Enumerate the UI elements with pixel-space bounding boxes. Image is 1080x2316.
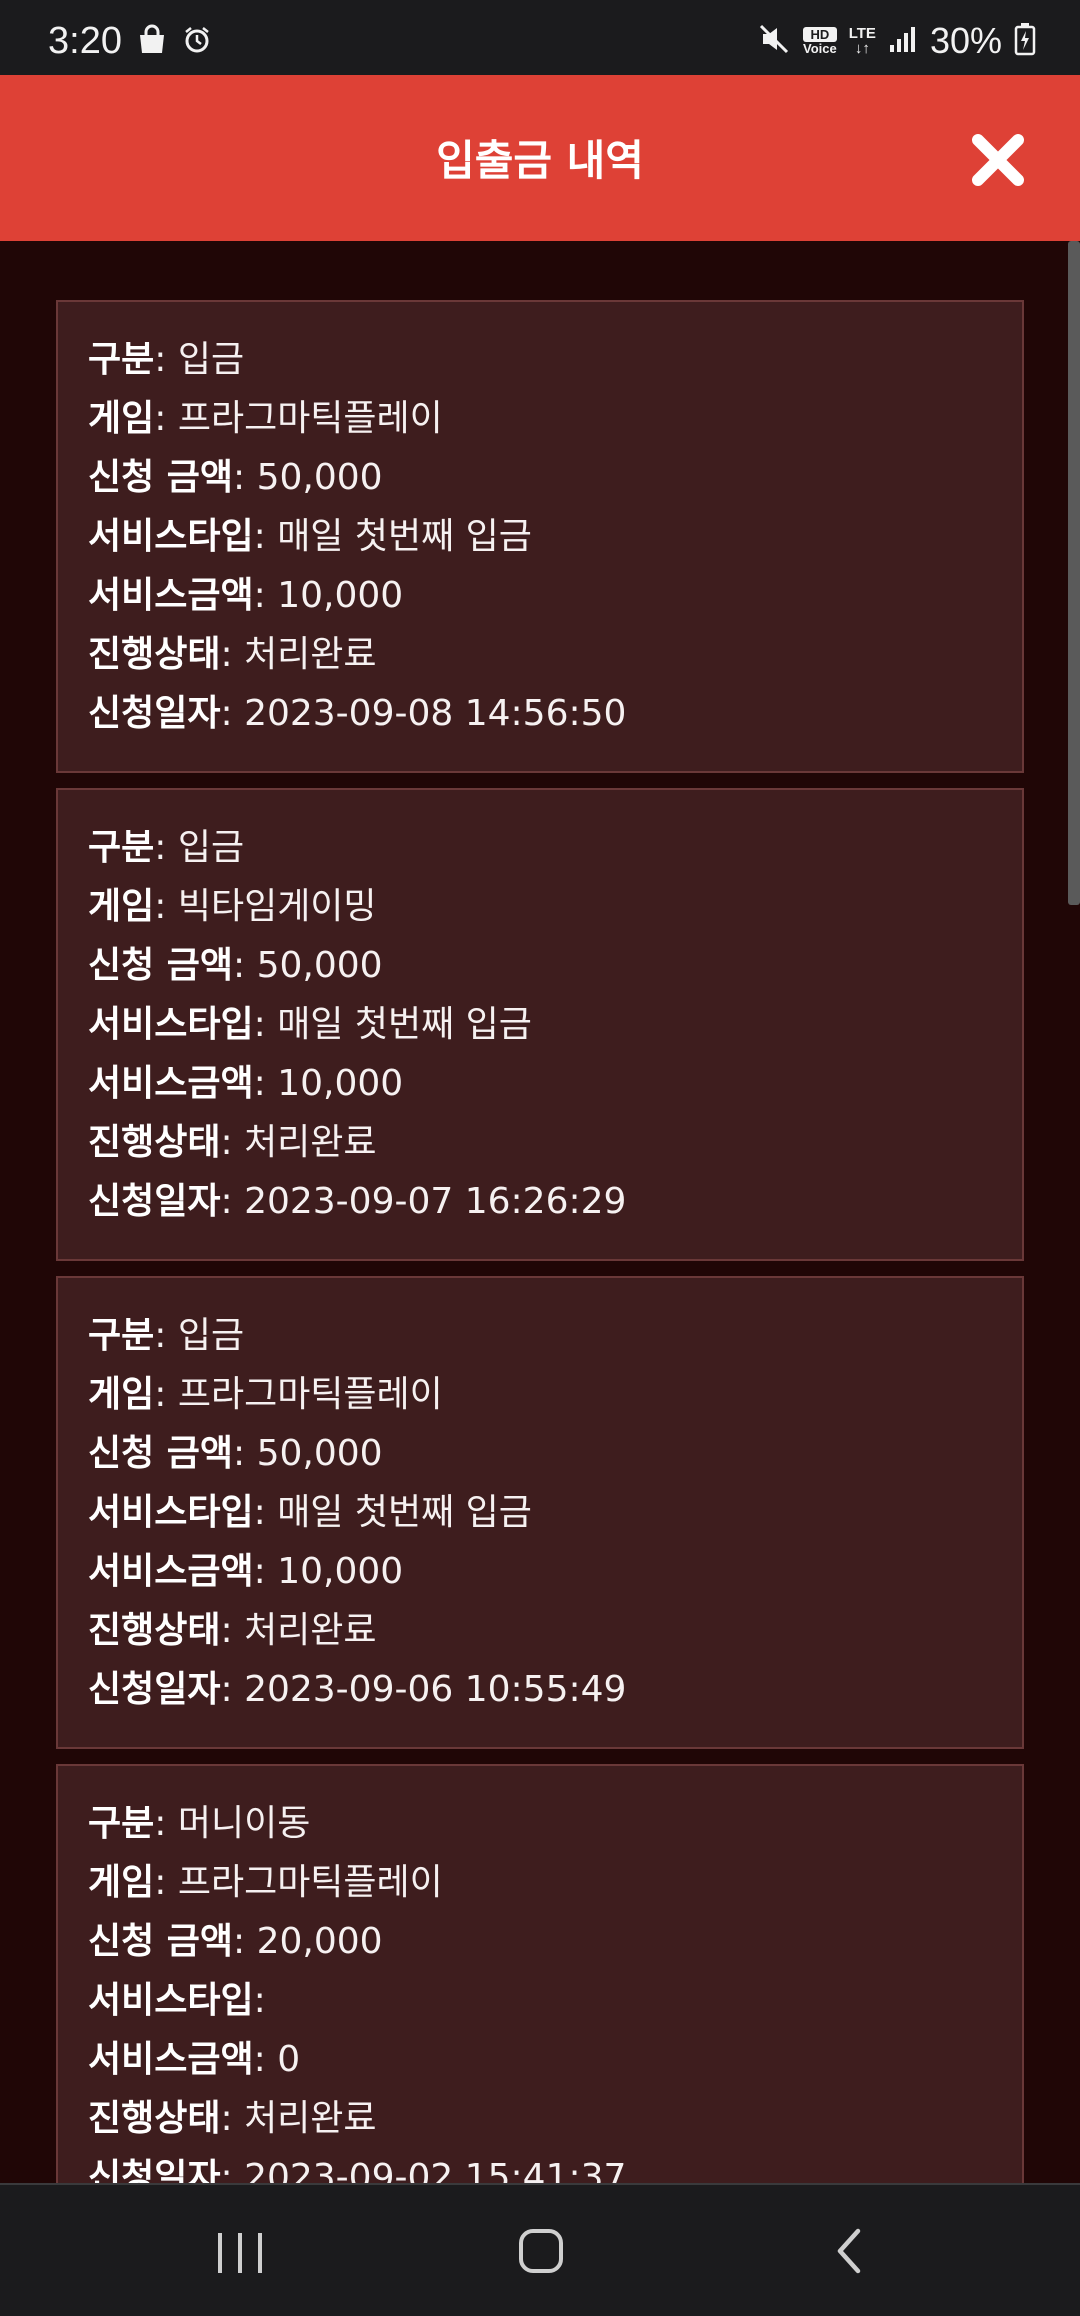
back-button[interactable] bbox=[766, 2185, 926, 2316]
mute-icon bbox=[757, 22, 791, 60]
transaction-card: 구분: 입금 게임: 프라그마틱플레이 신청 금액: 50,000 서비스타입:… bbox=[56, 300, 1024, 773]
record-row-status: 진행상태: 처리완료 bbox=[88, 2098, 377, 2139]
alarm-icon bbox=[182, 25, 212, 59]
record-row-date: 신청일자: 2023-09-02 15:41:37 bbox=[88, 2157, 627, 2183]
back-icon bbox=[766, 2228, 926, 2316]
record-row-category: 구분: 입금 bbox=[88, 339, 245, 380]
record-row-status: 진행상태: 처리완료 bbox=[88, 1122, 377, 1163]
recents-button[interactable] bbox=[160, 2185, 320, 2316]
transaction-card: 구분: 입금 게임: 빅타임게이밍 신청 금액: 50,000 서비스타입: 매… bbox=[56, 788, 1024, 1261]
record-row-date: 신청일자: 2023-09-06 10:55:49 bbox=[88, 1669, 627, 1710]
record-row-service-amount: 서비스금액: 10,000 bbox=[88, 1551, 404, 1592]
record-row-service-type: 서비스타입: 매일 첫번째 입금 bbox=[88, 1492, 532, 1533]
record-row-service-type: 서비스타입: 매일 첫번째 입금 bbox=[88, 1004, 532, 1045]
transaction-list[interactable]: 구분: 입금 게임: 프라그마틱플레이 신청 금액: 50,000 서비스타입:… bbox=[0, 241, 1080, 2183]
record-row-status: 진행상태: 처리완료 bbox=[88, 634, 377, 675]
signal-icon bbox=[888, 24, 918, 58]
scrollbar[interactable] bbox=[1068, 241, 1080, 905]
page-title: 입출금 내역 bbox=[436, 136, 644, 185]
record-row-amount: 신청 금액: 20,000 bbox=[88, 1921, 383, 1962]
record-row-category: 구분: 입금 bbox=[88, 1315, 245, 1356]
record-row-date: 신청일자: 2023-09-08 14:56:50 bbox=[88, 693, 627, 734]
record-row-category: 구분: 머니이동 bbox=[88, 1803, 311, 1844]
battery-percent: 30% bbox=[929, 20, 1002, 61]
close-icon bbox=[968, 134, 1028, 194]
battery-charging-icon bbox=[1014, 22, 1036, 60]
recents-icon bbox=[160, 2233, 320, 2316]
shopping-bag-icon bbox=[136, 24, 168, 60]
record-row-service-type: 서비스타입: bbox=[88, 1980, 266, 2021]
record-row-service-amount: 서비스금액: 10,000 bbox=[88, 575, 404, 616]
home-button[interactable] bbox=[462, 2185, 622, 2316]
record-row-service-amount: 서비스금액: 0 bbox=[88, 2039, 301, 2080]
record-row-category: 구분: 입금 bbox=[88, 827, 245, 868]
record-row-amount: 신청 금액: 50,000 bbox=[88, 1433, 383, 1474]
status-bar: 3:20 HD Voice LTE ↓↑ 30% bbox=[0, 0, 1080, 75]
system-navigation-bar bbox=[0, 2183, 1080, 2316]
record-row-service-amount: 서비스금액: 10,000 bbox=[88, 1063, 404, 1104]
record-row-game: 게임: 빅타임게이밍 bbox=[88, 886, 377, 927]
record-row-game: 게임: 프라그마틱플레이 bbox=[88, 398, 443, 439]
record-row-amount: 신청 금액: 50,000 bbox=[88, 457, 383, 498]
record-row-game: 게임: 프라그마틱플레이 bbox=[88, 1374, 443, 1415]
transaction-card: 구분: 머니이동 게임: 프라그마틱플레이 신청 금액: 20,000 서비스타… bbox=[56, 1764, 1024, 2183]
close-button[interactable] bbox=[968, 130, 1028, 190]
record-row-amount: 신청 금액: 50,000 bbox=[88, 945, 383, 986]
record-row-date: 신청일자: 2023-09-07 16:26:29 bbox=[88, 1181, 627, 1222]
lte-icon: LTE ↓↑ bbox=[848, 25, 876, 57]
modal-header: 입출금 내역 bbox=[0, 75, 1080, 241]
record-row-game: 게임: 프라그마틱플레이 bbox=[88, 1862, 443, 1903]
record-row-status: 진행상태: 처리완료 bbox=[88, 1610, 377, 1651]
home-icon bbox=[462, 2229, 622, 2316]
hd-voice-icon: HD Voice bbox=[803, 27, 837, 56]
transaction-card: 구분: 입금 게임: 프라그마틱플레이 신청 금액: 50,000 서비스타입:… bbox=[56, 1276, 1024, 1749]
record-row-service-type: 서비스타입: 매일 첫번째 입금 bbox=[88, 516, 532, 557]
status-time: 3:20 bbox=[48, 20, 122, 62]
